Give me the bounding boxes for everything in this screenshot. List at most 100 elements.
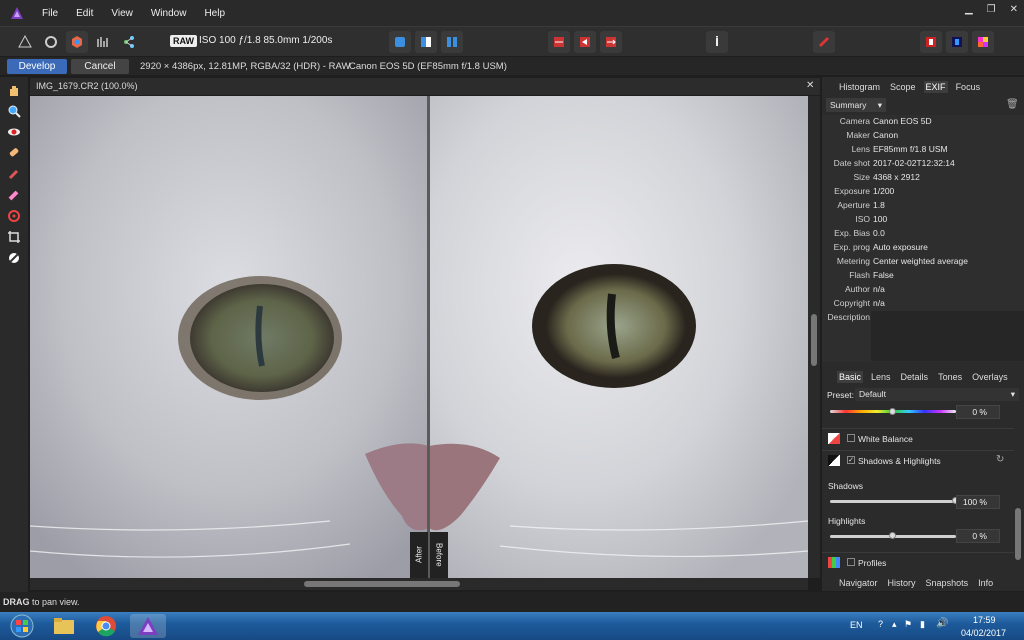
menu-window[interactable]: Window (151, 8, 187, 19)
menu-edit[interactable]: Edit (76, 8, 93, 19)
tab-histogram[interactable]: Histogram (837, 81, 882, 93)
exif-row: Date shot 2017-02-02T12:32:14 (833, 158, 955, 168)
tab-history[interactable]: History (886, 577, 918, 589)
affinity-taskbar-icon[interactable] (130, 614, 166, 638)
trash-icon[interactable]: 🗑 (1006, 99, 1019, 110)
description-field[interactable] (871, 311, 1024, 361)
clock-date[interactable]: 04/02/2017 (961, 628, 1006, 638)
photo-persona-icon[interactable] (14, 31, 36, 53)
tray-expand-icon[interactable]: ▴ (892, 619, 897, 630)
hue-value[interactable]: 0 % (956, 405, 1000, 419)
close-icon[interactable]: ✕ (1010, 4, 1018, 15)
zoom-tool-icon[interactable] (6, 103, 22, 119)
language-indicator[interactable]: EN (850, 620, 863, 630)
clipping-highlights-icon[interactable] (600, 31, 622, 53)
tone-mapping-persona-icon[interactable] (92, 31, 114, 53)
exif-row: Camera Canon EOS 5D (839, 116, 932, 126)
red-eye-icon[interactable] (813, 31, 835, 53)
shadows-value[interactable]: 100 % (956, 495, 1000, 509)
menu-file[interactable]: File (42, 8, 58, 19)
exif-row: Aperture 1.8 (837, 200, 885, 210)
volume-icon[interactable]: 🔊 (936, 618, 948, 629)
highlights-slider-knob[interactable] (889, 532, 896, 539)
develop-persona-icon[interactable] (66, 31, 88, 53)
menu-help[interactable]: Help (204, 8, 225, 19)
vertical-scrollbar[interactable] (808, 96, 820, 578)
clipping-midtones-icon[interactable] (574, 31, 596, 53)
tab-focus[interactable]: Focus (954, 81, 983, 93)
document-tab[interactable] (30, 78, 820, 95)
exif-mode-dropdown[interactable]: Summary ▾ (826, 98, 886, 112)
before-label[interactable]: Before (430, 532, 448, 578)
highlights-value[interactable]: 0 % (956, 529, 1000, 543)
tab-snapshots[interactable]: Snapshots (924, 577, 971, 589)
exif-row: Maker Canon (846, 130, 899, 140)
hue-slider-knob[interactable] (889, 408, 896, 415)
panel-scroll-thumb[interactable] (1015, 508, 1021, 560)
tab-lens[interactable]: Lens (869, 371, 893, 383)
develop-tabs: Basic Lens Details Tones Overlays (837, 371, 1010, 383)
view-single-icon[interactable] (389, 31, 411, 53)
info-tabs: Histogram Scope EXIF Focus (837, 81, 982, 93)
chevron-down-icon: ▾ (1010, 389, 1015, 399)
white-balance-checkbox[interactable] (847, 434, 855, 442)
cancel-button[interactable]: Cancel (71, 59, 129, 74)
exif-row: Author n/a (844, 284, 885, 294)
preset-dropdown[interactable]: Default ▾ (855, 388, 1019, 401)
help-icon[interactable]: ? (878, 619, 883, 629)
tab-exif[interactable]: EXIF (923, 81, 948, 93)
view-mirror-icon[interactable] (441, 31, 463, 53)
vertical-scroll-thumb[interactable] (811, 314, 817, 366)
restore-icon[interactable]: ❐ (987, 4, 996, 15)
overlay-erase-tool-icon[interactable] (6, 187, 22, 203)
tab-tones[interactable]: Tones (936, 371, 964, 383)
output-profile-icon[interactable] (946, 31, 968, 53)
camera-lens-info: Canon EOS 5D (EF85mm f/1.8 USM) (349, 61, 507, 72)
view-split-icon[interactable] (415, 31, 437, 53)
white-balance-tool-icon[interactable] (6, 250, 22, 266)
after-label[interactable]: After (410, 532, 428, 578)
flag-icon[interactable]: ⚑ (904, 619, 912, 630)
file-explorer-icon[interactable] (46, 614, 82, 638)
crop-tool-icon[interactable] (6, 229, 22, 245)
tab-scope[interactable]: Scope (888, 81, 918, 93)
horizontal-scrollbar[interactable] (30, 578, 808, 590)
red-eye-tool-icon[interactable] (6, 124, 22, 140)
info-icon[interactable] (706, 31, 728, 53)
tab-info[interactable]: Info (976, 577, 995, 589)
export-persona-icon[interactable] (118, 31, 140, 53)
chrome-icon[interactable] (88, 614, 124, 638)
clipping-shadows-icon[interactable] (548, 31, 570, 53)
shadows-highlights-checkbox[interactable]: ✓ (847, 456, 855, 464)
chevron-down-icon: ▾ (877, 100, 882, 110)
camera-settings: ISO 100 ƒ/1.8 85.0mm 1/200s (199, 35, 333, 46)
start-button-icon[interactable] (4, 614, 40, 638)
tab-details[interactable]: Details (899, 371, 931, 383)
blemish-tool-icon[interactable] (6, 145, 22, 161)
right-panel: Histogram Scope EXIF Focus Summary ▾ 🗑 Ca… (822, 77, 1024, 591)
menu-view[interactable]: View (111, 8, 133, 19)
overlay-paint-tool-icon[interactable] (6, 166, 22, 182)
menu-bar: File Edit View Window Help (0, 0, 1024, 26)
shadows-highlights-row: ✓ Shadows & Highlights ↻ (822, 450, 1014, 469)
clock-time[interactable]: 17:59 (973, 615, 996, 625)
exif-mode-value: Summary (830, 100, 867, 110)
horizontal-scroll-thumb[interactable] (304, 581, 460, 587)
close-document-icon[interactable]: ✕ (806, 80, 814, 91)
tab-basic[interactable]: Basic (837, 371, 864, 383)
network-icon[interactable]: ▮ (920, 619, 925, 630)
tab-navigator[interactable]: Navigator (837, 577, 880, 589)
image-canvas[interactable]: After Before (30, 96, 808, 578)
profiles-checkbox[interactable] (847, 558, 855, 566)
tab-overlays[interactable]: Overlays (970, 371, 1010, 383)
minimize-icon[interactable]: ▁ (965, 4, 973, 15)
color-icon[interactable] (972, 31, 994, 53)
hand-tool-icon[interactable] (6, 82, 22, 98)
gradient-overlay-tool-icon[interactable] (6, 208, 22, 224)
liquify-persona-icon[interactable] (40, 31, 62, 53)
assistant-icon[interactable] (920, 31, 942, 53)
reset-icon[interactable]: ↻ (996, 454, 1004, 465)
develop-button[interactable]: Develop (7, 59, 67, 74)
exif-row: Exp. Bias 0.0 (834, 228, 885, 238)
shadows-slider[interactable] (830, 500, 956, 503)
